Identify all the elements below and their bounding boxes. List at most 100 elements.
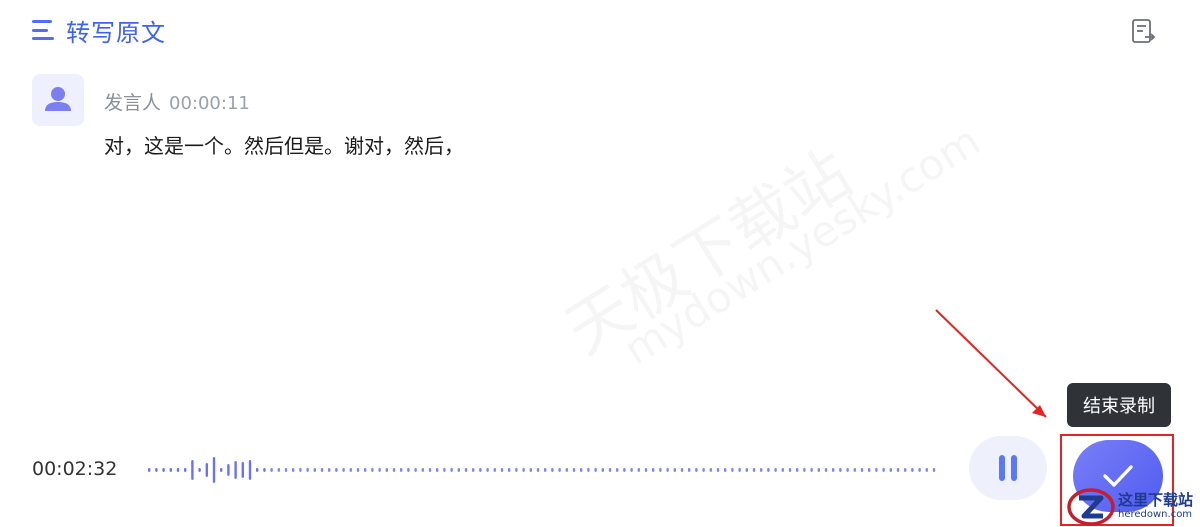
waveform-bar bbox=[918, 468, 921, 472]
waveform-bar bbox=[205, 463, 208, 477]
waveform-bar bbox=[457, 468, 460, 472]
waveform-bar bbox=[414, 468, 417, 472]
waveform-bar bbox=[169, 468, 172, 472]
waveform-bar bbox=[767, 468, 770, 472]
waveform-bar bbox=[925, 468, 928, 472]
waveform-bar bbox=[695, 468, 698, 472]
waveform-bar bbox=[623, 468, 626, 472]
waveform-bar bbox=[904, 468, 907, 472]
waveform-bar bbox=[227, 464, 230, 476]
waveform-bar bbox=[299, 468, 302, 472]
waveform-bar bbox=[644, 468, 648, 472]
page-header: 转写原文 bbox=[32, 12, 166, 48]
export-document-icon[interactable] bbox=[1130, 18, 1156, 44]
waveform-bar bbox=[500, 468, 504, 472]
speaker-name: 发言人 bbox=[104, 92, 162, 114]
speaker-timestamp[interactable]: 00:00:11 bbox=[169, 93, 250, 114]
waveform-bar bbox=[241, 462, 244, 478]
transcript-text[interactable]: 对，这是一个。然后但是。谢对，然后， bbox=[104, 130, 464, 159]
waveform-bar bbox=[155, 468, 158, 472]
waveform-bar bbox=[234, 461, 237, 479]
waveform-bar bbox=[601, 468, 604, 472]
waveform-bar bbox=[796, 468, 799, 472]
waveform-bar bbox=[184, 468, 187, 472]
waveform-bar bbox=[839, 468, 842, 472]
waveform-bar bbox=[868, 468, 871, 472]
waveform-bar bbox=[284, 468, 288, 472]
waveform-bar bbox=[860, 468, 864, 472]
watermark-cn: 天极下载站 bbox=[546, 124, 866, 372]
waveform-bar bbox=[616, 468, 619, 472]
waveform-bar bbox=[911, 468, 914, 472]
waveform-bar bbox=[875, 468, 878, 472]
site-logo-name: 这里下载站 bbox=[1118, 491, 1194, 509]
waveform-bar bbox=[220, 468, 223, 472]
waveform-bar bbox=[709, 468, 712, 472]
waveform-bar bbox=[529, 468, 532, 472]
waveform-bar bbox=[428, 468, 432, 472]
waveform-bar bbox=[803, 468, 806, 472]
waveform-bar bbox=[536, 468, 540, 472]
waveform-bar bbox=[522, 468, 525, 472]
waveform-bar bbox=[832, 468, 835, 472]
waveform-bar bbox=[407, 468, 410, 472]
waveform-bar bbox=[688, 468, 691, 472]
waveform-bar bbox=[479, 468, 482, 472]
waveform-bar bbox=[378, 468, 381, 472]
annotation-arrow bbox=[935, 309, 1047, 418]
waveform-bar bbox=[421, 468, 424, 472]
speaker-line: 发言人 00:00:11 bbox=[104, 88, 250, 115]
waveform-bar bbox=[774, 468, 777, 472]
finish-tooltip: 结束录制 bbox=[1067, 383, 1171, 427]
waveform-bar bbox=[277, 468, 280, 472]
waveform-bar bbox=[292, 468, 295, 472]
waveform-bar bbox=[752, 468, 756, 472]
elapsed-time: 00:02:32 bbox=[32, 458, 118, 480]
waveform-bar bbox=[342, 468, 345, 472]
waveform-bar bbox=[464, 468, 468, 472]
waveform-bar bbox=[364, 468, 367, 472]
waveform-bar bbox=[198, 468, 201, 472]
waveform-bar bbox=[486, 468, 489, 472]
waveform-bar bbox=[551, 468, 554, 472]
waveform-bar bbox=[436, 468, 439, 472]
waveform-bar bbox=[508, 468, 511, 472]
waveform-bar bbox=[392, 468, 396, 472]
waveform-bar bbox=[932, 468, 936, 472]
site-logo: 这里下载站 heredown.com bbox=[1066, 486, 1200, 527]
waveform-bar bbox=[572, 468, 576, 472]
waveform-bar bbox=[580, 468, 583, 472]
waveform-bar bbox=[306, 468, 309, 472]
waveform-bar bbox=[817, 468, 820, 472]
waveform-bar bbox=[558, 468, 561, 472]
waveform-bar bbox=[493, 468, 496, 472]
pause-button[interactable] bbox=[969, 436, 1047, 500]
waveform-bar bbox=[673, 468, 676, 472]
site-logo-url: heredown.com bbox=[1118, 509, 1193, 520]
waveform-bar bbox=[515, 468, 518, 472]
waveform-bar bbox=[385, 468, 388, 472]
waveform-bar bbox=[716, 468, 720, 472]
waveform-bar bbox=[565, 468, 568, 472]
waveform-bar bbox=[853, 468, 856, 472]
waveform-bar bbox=[400, 468, 403, 472]
waveform-bar bbox=[313, 468, 316, 472]
menu-icon[interactable] bbox=[32, 20, 56, 40]
waveform-bar bbox=[356, 468, 360, 472]
waveform-bar bbox=[882, 468, 885, 472]
page-title: 转写原文 bbox=[66, 18, 166, 47]
waveform-bar bbox=[587, 468, 590, 472]
waveform-bar bbox=[162, 468, 165, 472]
waveform-bar bbox=[594, 468, 597, 472]
waveform-bar bbox=[191, 460, 194, 480]
waveform-bar bbox=[472, 468, 475, 472]
waveform-bar bbox=[652, 468, 655, 472]
pause-icon bbox=[999, 455, 1005, 481]
waveform-bar bbox=[738, 468, 741, 472]
waveform-bar bbox=[148, 468, 151, 472]
waveform-bar bbox=[212, 457, 216, 483]
waveform-bar bbox=[630, 468, 633, 472]
waveform-bar bbox=[889, 468, 892, 472]
waveform-bar bbox=[781, 468, 784, 472]
waveform-bar bbox=[824, 468, 828, 472]
